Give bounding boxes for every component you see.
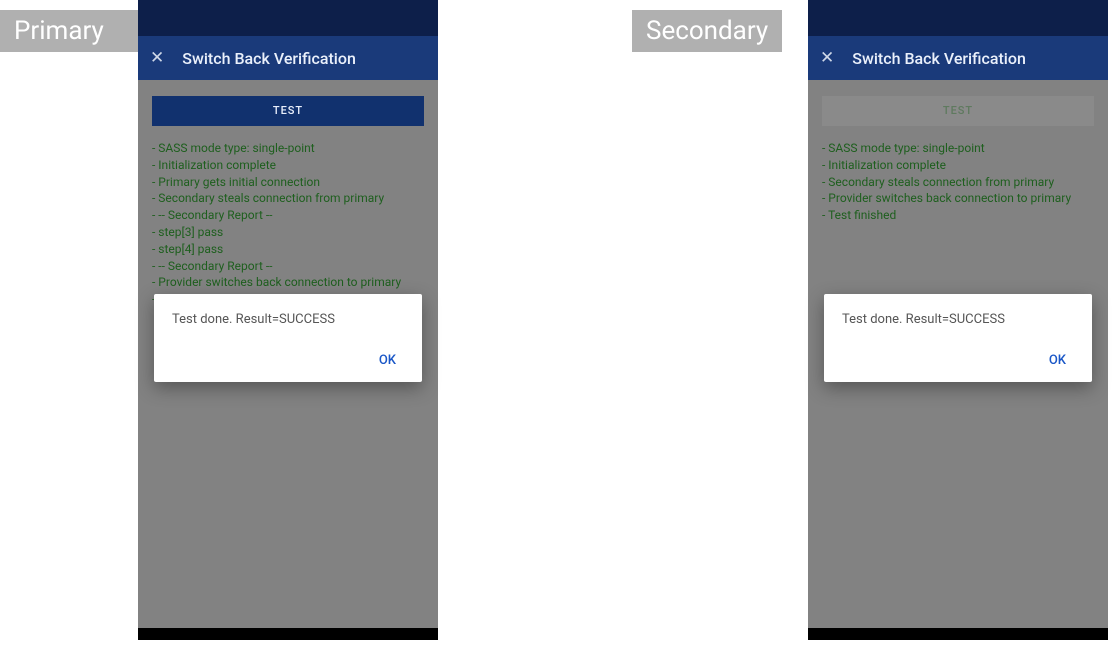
log-line: -- Secondary Report -- — [152, 207, 424, 224]
dialog-message: Test done. Result=SUCCESS — [842, 312, 1074, 327]
app-bar: ✕ Switch Back Verification — [138, 36, 438, 80]
test-button[interactable]: TEST — [822, 96, 1094, 126]
log-output: SASS mode type: single-pointInitializati… — [822, 140, 1094, 224]
log-line: Provider switches back connection to pri… — [152, 274, 424, 291]
content-area: TEST SASS mode type: single-pointInitial… — [808, 80, 1108, 628]
dialog-message: Test done. Result=SUCCESS — [172, 312, 404, 327]
close-icon[interactable]: ✕ — [820, 50, 834, 67]
close-icon[interactable]: ✕ — [150, 50, 164, 67]
result-dialog: Test done. Result=SUCCESS OK — [824, 294, 1092, 382]
log-line: Initialization complete — [822, 157, 1094, 174]
ok-button[interactable]: OK — [1041, 347, 1074, 374]
content-area: TEST SASS mode type: single-pointInitial… — [138, 80, 438, 628]
log-line: Primary gets initial connection — [152, 174, 424, 191]
ok-button[interactable]: OK — [371, 347, 404, 374]
phone-secondary: ✕ Switch Back Verification TEST SASS mod… — [808, 0, 1108, 640]
log-line: Test finished — [822, 207, 1094, 224]
page-title: Switch Back Verification — [852, 49, 1026, 68]
log-line: -- Secondary Report -- — [152, 258, 424, 275]
result-dialog: Test done. Result=SUCCESS OK — [154, 294, 422, 382]
log-output: SASS mode type: single-pointInitializati… — [152, 140, 424, 308]
test-button[interactable]: TEST — [152, 96, 424, 126]
device-label-primary: Primary — [0, 10, 138, 52]
log-line: Initialization complete — [152, 157, 424, 174]
log-line: Secondary steals connection from primary — [822, 174, 1094, 191]
nav-bar — [138, 628, 438, 640]
log-line: step[3] pass — [152, 224, 424, 241]
log-line: step[4] pass — [152, 241, 424, 258]
device-label-secondary: Secondary — [632, 10, 782, 52]
log-line: SASS mode type: single-point — [822, 140, 1094, 157]
phone-primary: ✕ Switch Back Verification TEST SASS mod… — [138, 0, 438, 640]
status-bar — [808, 0, 1108, 36]
log-line: Secondary steals connection from primary — [152, 190, 424, 207]
page-title: Switch Back Verification — [182, 49, 356, 68]
log-line: SASS mode type: single-point — [152, 140, 424, 157]
log-line: Provider switches back connection to pri… — [822, 190, 1094, 207]
nav-bar — [808, 628, 1108, 640]
status-bar — [138, 0, 438, 36]
app-bar: ✕ Switch Back Verification — [808, 36, 1108, 80]
